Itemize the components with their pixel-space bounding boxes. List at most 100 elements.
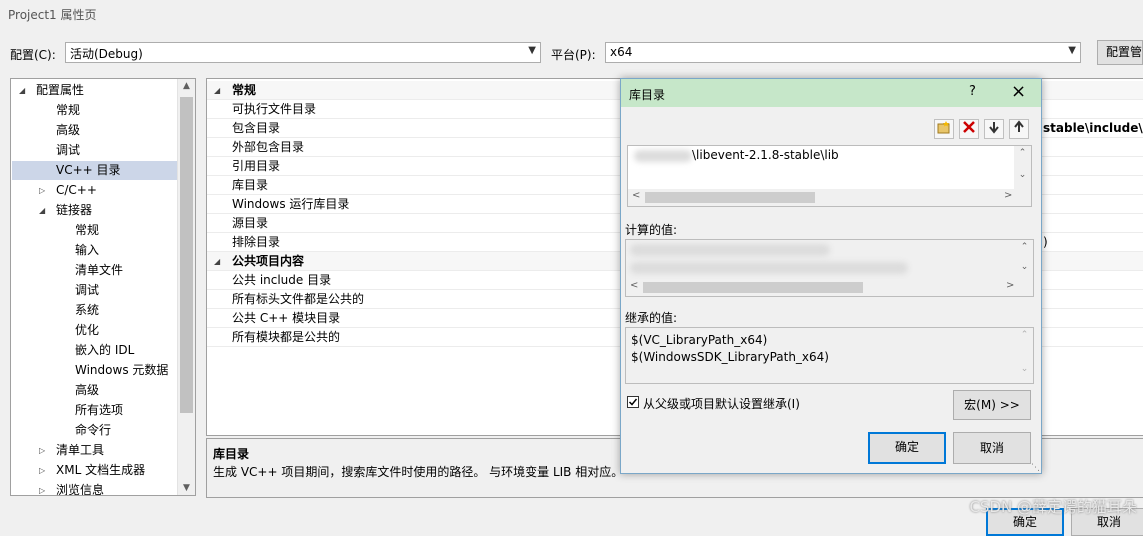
collapsed-arrow-icon[interactable]: ▷: [39, 481, 45, 495]
inherit-checkbox-label[interactable]: 从父级或项目默认设置继承(I): [643, 395, 800, 412]
tree-item[interactable]: 命令行: [12, 421, 172, 440]
grid-row-name: 公共项目内容: [232, 254, 305, 268]
resize-grip-icon[interactable]: ⋱: [1031, 463, 1040, 473]
tree-item-label: VC++ 目录: [56, 163, 121, 177]
scroll-down-icon[interactable]: ⌄: [1016, 364, 1033, 374]
edit-vscroll[interactable]: ⌃ ⌄: [1014, 146, 1031, 191]
edit-hscroll-thumb[interactable]: [645, 192, 815, 203]
collapsed-arrow-icon[interactable]: ▷: [39, 461, 45, 480]
scroll-down-icon[interactable]: ▼: [178, 483, 195, 493]
help-icon[interactable]: ?: [969, 84, 976, 99]
delete-line-icon[interactable]: [959, 119, 979, 139]
expanded-arrow-icon[interactable]: ◢: [19, 81, 25, 100]
scroll-up-icon[interactable]: ⌃: [1016, 242, 1033, 252]
tree-item[interactable]: 常规: [12, 101, 172, 120]
directory-path-line[interactable]: \libevent-2.1.8-stable\lib: [692, 148, 839, 162]
tree-item-label: 输入: [75, 243, 100, 257]
close-icon[interactable]: ×: [1011, 81, 1026, 102]
collapsed-arrow-icon[interactable]: ▷: [39, 441, 45, 460]
collapsed-arrow-icon[interactable]: ▷: [39, 181, 45, 200]
inherit-checkbox[interactable]: [627, 396, 639, 408]
computed-hscroll[interactable]: < >: [626, 279, 1033, 296]
tree-item-label: 清单文件: [75, 263, 124, 277]
dialog-ok-button[interactable]: 确定: [868, 432, 946, 464]
inherited-value: $(WindowsSDK_LibraryPath_x64): [631, 350, 829, 364]
dialog-title: 库目录: [629, 88, 666, 102]
platform-combo[interactable]: x64 ▼: [605, 42, 1081, 63]
scroll-right-icon[interactable]: >: [1006, 280, 1014, 291]
tree-scrollbar[interactable]: ▲ ▼: [177, 79, 195, 495]
macros-button[interactable]: 宏(M) >>: [953, 390, 1031, 420]
grid-row-name: 外部包含目录: [232, 140, 305, 154]
move-up-icon[interactable]: [1009, 119, 1029, 139]
checkmark-icon: [628, 398, 638, 406]
tree-item[interactable]: 清单文件: [12, 261, 172, 280]
tree-item-label: 浏览信息: [56, 483, 105, 496]
expanded-arrow-icon[interactable]: ◢: [214, 252, 220, 271]
tree-item-label: XML 文档生成器: [56, 463, 146, 477]
scroll-down-icon[interactable]: ⌄: [1016, 262, 1033, 272]
config-label: 配置(C):: [10, 48, 56, 62]
computed-vscroll[interactable]: ⌃ ⌄: [1016, 240, 1033, 281]
grid-row-name: 源目录: [232, 216, 269, 230]
tree-item-label: 系统: [75, 303, 100, 317]
tree-item[interactable]: Windows 元数据: [12, 361, 172, 380]
tree-item[interactable]: ▷ XML 文档生成器: [12, 461, 172, 480]
expanded-arrow-icon[interactable]: ◢: [39, 201, 45, 220]
tree-scroll-thumb[interactable]: [180, 97, 193, 413]
scroll-up-icon[interactable]: ⌃: [1014, 148, 1031, 158]
new-line-icon[interactable]: [934, 119, 954, 139]
tree-item-label: 常规: [75, 223, 100, 237]
config-manager-button[interactable]: 配置管: [1097, 40, 1143, 65]
tree-item-label: 常规: [56, 103, 81, 117]
tree-item[interactable]: VC++ 目录: [12, 161, 177, 180]
tree-item-label: 高级: [56, 123, 81, 137]
tree-item[interactable]: ◢ 链接器: [12, 201, 172, 220]
grid-row-value: stable\include\e: [1043, 121, 1143, 135]
tree-item[interactable]: 输入: [12, 241, 172, 260]
move-down-icon[interactable]: [984, 119, 1004, 139]
tree-item[interactable]: 调试: [12, 281, 172, 300]
scroll-left-icon[interactable]: <: [632, 190, 640, 201]
chevron-down-icon: ▼: [1068, 45, 1076, 56]
scroll-up-icon[interactable]: ▲: [178, 81, 195, 91]
dialog-titlebar[interactable]: 库目录 ? ×: [621, 79, 1041, 107]
tree-item[interactable]: 高级: [12, 121, 172, 140]
directory-edit-box[interactable]: \libevent-2.1.8-stable\lib ⌃ ⌄ < >: [627, 145, 1032, 207]
grid-row-name: Windows 运行库目录: [232, 197, 350, 211]
tree-item[interactable]: ▷ C/C++: [12, 181, 172, 200]
grid-row-name: 引用目录: [232, 159, 281, 173]
scroll-up-icon[interactable]: ⌃: [1016, 330, 1033, 340]
dialog-cancel-button[interactable]: 取消: [953, 432, 1031, 464]
scroll-left-icon[interactable]: <: [630, 280, 638, 291]
tree-item[interactable]: 所有选项: [12, 401, 172, 420]
tree-item-label: 链接器: [56, 203, 93, 217]
tree-item[interactable]: 嵌入的 IDL: [12, 341, 172, 360]
config-value: 活动(Debug): [70, 47, 143, 61]
tree-item[interactable]: ▷ 清单工具: [12, 441, 172, 460]
computed-hscroll-thumb[interactable]: [643, 282, 863, 293]
redacted-area: [630, 244, 830, 256]
tree-item[interactable]: 调试: [12, 141, 172, 160]
tree-item[interactable]: 常规: [12, 221, 172, 240]
inherited-value: $(VC_LibraryPath_x64): [631, 333, 768, 347]
tree-item[interactable]: 高级: [12, 381, 172, 400]
tree-item-label: 优化: [75, 323, 100, 337]
tree-item-label: 调试: [75, 283, 100, 297]
library-directories-dialog: 库目录 ? × \libevent-2.1.8-stable\lib ⌃ ⌄ <…: [620, 78, 1042, 474]
window-title: Project1 属性页: [8, 8, 97, 22]
edit-hscroll[interactable]: < >: [628, 189, 1031, 206]
watermark: CSDN @薛定谔的猫耳朵: [969, 498, 1137, 516]
tree-item[interactable]: 优化: [12, 321, 172, 340]
config-combo[interactable]: 活动(Debug) ▼: [65, 42, 541, 63]
tree-item[interactable]: 系统: [12, 301, 172, 320]
grid-row-name: 排除目录: [232, 235, 281, 249]
tree-item[interactable]: ◢ 配置属性: [12, 81, 172, 100]
scroll-right-icon[interactable]: >: [1004, 190, 1012, 201]
expanded-arrow-icon[interactable]: ◢: [214, 81, 220, 100]
scroll-down-icon[interactable]: ⌄: [1014, 170, 1031, 180]
grid-row-name: 所有模块都是公共的: [232, 330, 341, 344]
description-text: 生成 VC++ 项目期间，搜索库文件时使用的路径。 与环境变量 LIB 相对应。: [213, 465, 624, 479]
inherited-vscroll[interactable]: ⌃ ⌄: [1016, 328, 1033, 383]
tree-item[interactable]: ▷ 浏览信息: [12, 481, 172, 496]
